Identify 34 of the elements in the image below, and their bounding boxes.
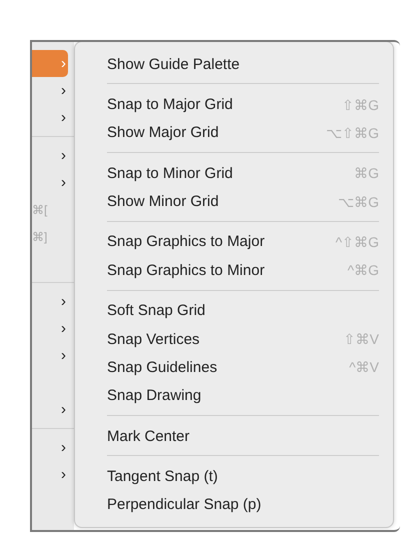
submenu-arrow[interactable]: ›	[32, 104, 74, 131]
shortcut-text: ^⌘V	[349, 359, 379, 376]
shortcut-text: ⌘G	[354, 165, 379, 182]
menu-item[interactable]: Show Guide Palette	[75, 50, 393, 78]
menu-item[interactable]: Snap to Major Grid ⇧⌘G	[75, 90, 393, 119]
shortcut-text: ^⇧⌘G	[336, 234, 379, 250]
submenu-arrow[interactable]: ›	[32, 77, 74, 104]
menu-item[interactable]: Snap Drawing	[75, 382, 393, 410]
submenu-arrow[interactable]: ›	[32, 434, 74, 461]
submenu-arrow[interactable]: ›	[32, 142, 74, 169]
menu-item[interactable]: Tangent Snap (t)	[75, 462, 393, 491]
submenu-arrow[interactable]: ›	[32, 396, 74, 423]
menu-item[interactable]: Snap Vertices ⇧⌘V	[75, 324, 393, 354]
menu-item[interactable]: Snap Guidelines ^⌘V	[75, 353, 393, 382]
shortcut-text: ⌘[	[32, 202, 48, 218]
menu-item[interactable]: Snap to Minor Grid ⌘G	[75, 159, 393, 188]
submenu-arrow[interactable]: ›	[32, 288, 74, 315]
shortcut-text: ⌘]	[32, 228, 48, 246]
menu-item[interactable]: Snap Graphics to Major ^⇧⌘G	[75, 228, 393, 256]
menu-item[interactable]: Mark Center	[75, 422, 393, 450]
submenu-arrow[interactable]: ›	[32, 169, 74, 196]
shortcut-text: ⌥⌘G	[338, 194, 379, 210]
shortcut-text: ⌥⇧⌘G	[326, 124, 379, 141]
menu-item[interactable]: Soft Snap Grid	[75, 296, 393, 325]
submenu-arrow[interactable]: ›	[32, 342, 74, 369]
menu-item[interactable]: Show Minor Grid ⌥⌘G	[75, 187, 393, 216]
menu-item[interactable]: Snap Graphics to Minor ^⌘G	[75, 256, 393, 285]
menu-item[interactable]: Show Major Grid ⌥⇧⌘G	[75, 118, 393, 148]
shortcut-text: ⇧⌘G	[342, 96, 379, 113]
menu-item[interactable]: Perpendicular Snap (p)	[75, 490, 393, 520]
submenu-arrow[interactable]: ›	[32, 461, 74, 488]
submenu-arrow[interactable]: ›	[32, 315, 74, 342]
shortcut-text: ⇧⌘V	[344, 331, 379, 348]
shortcut-text: ^⌘G	[348, 262, 379, 278]
